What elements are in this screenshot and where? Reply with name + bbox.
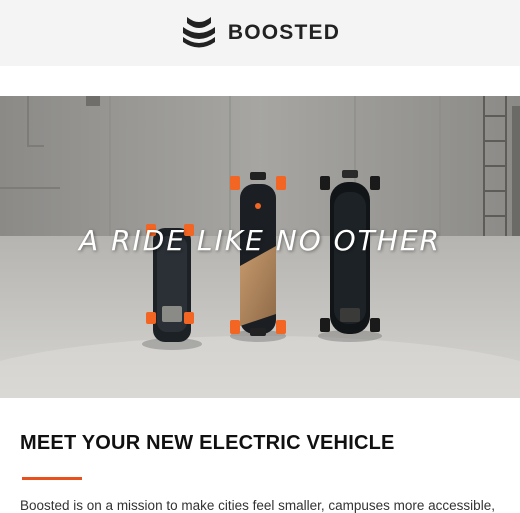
section-title: MEET YOUR NEW ELECTRIC VEHICLE (20, 432, 395, 454)
accent-divider (22, 477, 82, 480)
boosted-logo-icon[interactable] (180, 15, 218, 51)
site-header: BOOSTED (0, 0, 520, 66)
section-body: Boosted is on a mission to make cities f… (20, 498, 495, 513)
header-spacer (0, 66, 520, 96)
hero-banner: A RIDE LIKE NO OTHER (0, 96, 520, 398)
intro-section: MEET YOUR NEW ELECTRIC VEHICLE Boosted i… (0, 398, 520, 513)
brand-name[interactable]: BOOSTED (228, 21, 340, 45)
hero-headline: A RIDE LIKE NO OTHER (79, 224, 441, 257)
